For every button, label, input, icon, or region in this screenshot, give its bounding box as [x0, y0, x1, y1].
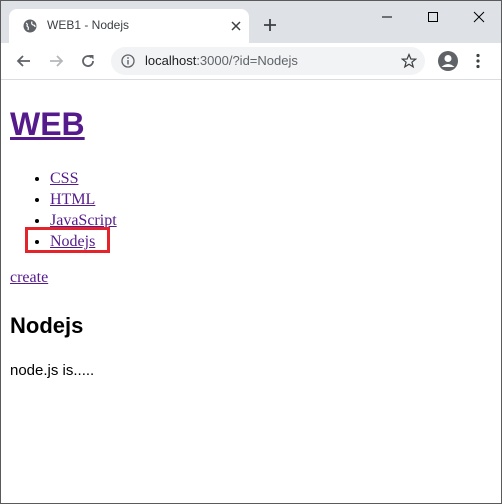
arrow-left-icon: [16, 55, 30, 67]
tab-title: WEB1 - Nodejs: [47, 18, 130, 32]
browser-window: WEB1 - Nodejs localhost:3000/?id=Nodejs …: [0, 0, 502, 504]
list-item: CSS: [50, 168, 117, 189]
nav-link-css[interactable]: CSS: [50, 170, 78, 187]
page-description: node.js is.....: [10, 362, 95, 379]
minimize-button[interactable]: [363, 1, 409, 31]
page-title: Nodejs: [10, 313, 84, 338]
forward-button[interactable]: [47, 52, 65, 70]
info-icon[interactable]: [121, 54, 135, 68]
profile-avatar-icon[interactable]: [437, 50, 459, 72]
url-host: localhost: [145, 53, 197, 68]
reload-icon: [82, 55, 94, 67]
close-window-button[interactable]: [455, 1, 501, 31]
back-button[interactable]: [15, 52, 33, 70]
home-link[interactable]: WEB: [10, 106, 85, 142]
maximize-button[interactable]: [409, 1, 455, 31]
menu-kebab-icon[interactable]: [473, 52, 483, 70]
tab-strip: WEB1 - Nodejs: [1, 1, 501, 43]
list-item: HTML: [50, 189, 117, 210]
browser-tab[interactable]: WEB1 - Nodejs: [9, 9, 249, 43]
close-icon: [473, 11, 485, 23]
arrow-right-icon: [50, 55, 64, 67]
reload-button[interactable]: [79, 52, 97, 70]
globe-icon: [23, 19, 37, 33]
nav-link-html[interactable]: HTML: [50, 191, 95, 208]
new-tab-icon[interactable]: [262, 17, 278, 33]
url-path: :3000/?id=Nodejs: [196, 53, 298, 68]
close-tab-icon[interactable]: [229, 19, 243, 33]
create-link[interactable]: create: [10, 269, 48, 287]
site-heading: WEB: [10, 106, 85, 143]
star-icon[interactable]: [400, 52, 418, 69]
browser-toolbar: localhost:3000/?id=Nodejs: [1, 43, 501, 80]
url-text[interactable]: localhost:3000/?id=Nodejs: [145, 53, 298, 68]
highlight-box: [25, 227, 110, 253]
minimize-icon: [382, 16, 392, 18]
address-bar[interactable]: localhost:3000/?id=Nodejs: [111, 47, 425, 75]
page-viewport: WEB CSS HTML JavaScript Nodejs create No…: [1, 80, 501, 503]
maximize-icon: [428, 12, 438, 22]
